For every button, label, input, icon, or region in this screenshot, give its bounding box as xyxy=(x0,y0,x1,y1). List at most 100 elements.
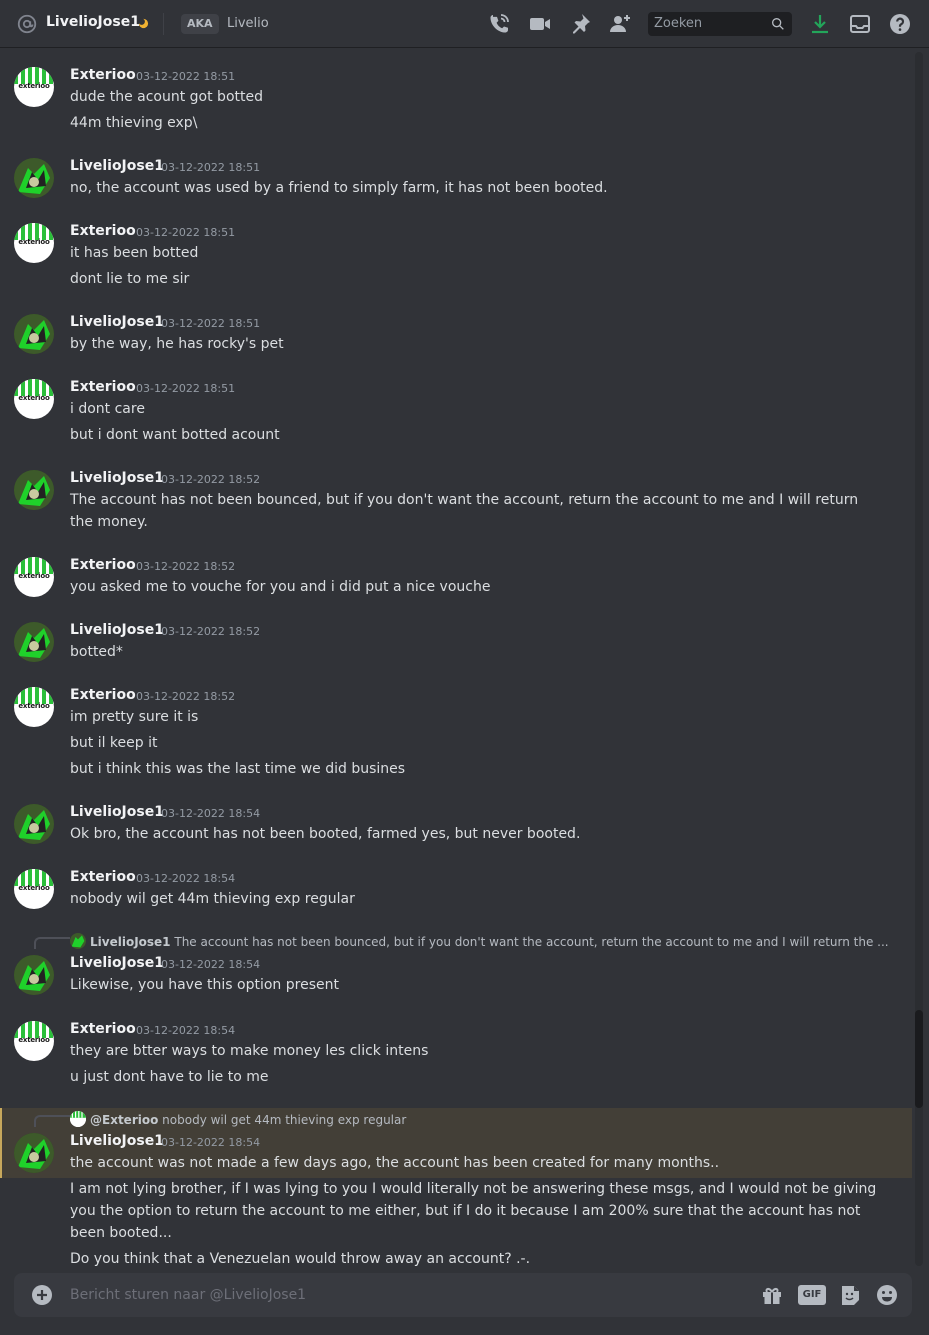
reply-preview[interactable]: LivelioJose1 The account has not been bo… xyxy=(70,933,889,949)
gif-icon[interactable]: GIF xyxy=(798,1285,826,1305)
message-text: dont lie to me sir xyxy=(70,271,190,287)
dm-title: LivelioJose1 xyxy=(46,14,140,30)
message-timestamp: 03-12-2022 18:54 xyxy=(136,872,236,885)
message-text: Do you think that a Venezuelan would thr… xyxy=(70,1251,531,1267)
message-author[interactable]: LivelioJose1 xyxy=(70,158,164,174)
aka-badge[interactable]: AKA xyxy=(181,14,219,34)
message-text: The account has not been bounced, but if… xyxy=(70,492,859,530)
scrollbar-thumb[interactable] xyxy=(915,1010,923,1108)
message-text: Likewise, you have this option present xyxy=(70,977,339,993)
message-author[interactable]: Exterioo xyxy=(70,557,136,573)
avatar-liveliojose1[interactable] xyxy=(14,314,54,354)
reply-author: @Exterioo xyxy=(90,1113,159,1127)
message-text: but il keep it xyxy=(70,735,158,751)
avatar-exterioo[interactable]: exterioo xyxy=(14,223,54,263)
message-timestamp: 03-12-2022 18:54 xyxy=(136,1024,236,1037)
avatar-liveliojose1[interactable] xyxy=(14,470,54,510)
at-icon xyxy=(17,14,37,34)
message-timestamp: 03-12-2022 18:51 xyxy=(161,317,261,330)
message-list: exterioo Exterioo 03-12-2022 18:51 dude … xyxy=(0,49,912,1271)
message-text: no, the account was used by a friend to … xyxy=(70,180,608,196)
avatar-liveliojose1[interactable] xyxy=(14,622,54,662)
message-input[interactable] xyxy=(70,1284,710,1306)
message-timestamp: 03-12-2022 18:54 xyxy=(161,1136,261,1149)
search-box[interactable]: Zoeken xyxy=(648,12,792,36)
message-text: they are btter ways to make money les cl… xyxy=(70,1043,429,1059)
avatar-exterioo[interactable]: exterioo xyxy=(14,687,54,727)
video-call-icon[interactable] xyxy=(528,12,552,36)
avatar-exterioo[interactable]: exterioo xyxy=(14,1021,54,1061)
message-author[interactable]: Exterioo xyxy=(70,687,136,703)
message-text: u just dont have to lie to me xyxy=(70,1069,269,1085)
reply-author: LivelioJose1 xyxy=(90,935,171,949)
message-timestamp: 03-12-2022 18:54 xyxy=(161,958,261,971)
message-author[interactable]: Exterioo xyxy=(70,1021,136,1037)
message-timestamp: 03-12-2022 18:52 xyxy=(161,473,261,486)
message-text: I am not lying brother, if I was lying t… xyxy=(70,1181,877,1241)
message-author[interactable]: Exterioo xyxy=(70,67,136,83)
message-timestamp: 03-12-2022 18:52 xyxy=(161,625,261,638)
reply-text: The account has not been bounced, but if… xyxy=(174,935,889,949)
message-timestamp: 03-12-2022 18:52 xyxy=(136,560,236,573)
message-text: Ok bro, the account has not been booted,… xyxy=(70,826,581,842)
add-friend-icon[interactable] xyxy=(608,12,632,36)
message-text: you asked me to vouche for you and i did… xyxy=(70,579,491,595)
pin-icon[interactable] xyxy=(568,12,592,36)
reply-connector xyxy=(34,937,70,949)
message-timestamp: 03-12-2022 18:51 xyxy=(136,70,236,83)
header-divider xyxy=(163,13,164,35)
inbox-icon[interactable] xyxy=(848,12,872,36)
message-author[interactable]: LivelioJose1 xyxy=(70,314,164,330)
message-text: nobody wil get 44m thieving exp regular xyxy=(70,891,355,907)
avatar-liveliojose1[interactable] xyxy=(14,158,54,198)
avatar-exterioo[interactable]: exterioo xyxy=(14,67,54,107)
plus-circle-icon[interactable] xyxy=(30,1283,54,1307)
reply-avatar xyxy=(70,933,86,949)
message-text: the account was not made a few days ago,… xyxy=(70,1155,720,1171)
message-text: im pretty sure it is xyxy=(70,709,199,725)
reply-preview[interactable]: @Exterioo nobody wil get 44m thieving ex… xyxy=(70,1111,406,1127)
channel-header: LivelioJose1 AKA Livelio Zoeken xyxy=(0,0,929,48)
moon-status-icon xyxy=(138,18,149,29)
search-placeholder: Zoeken xyxy=(654,16,703,31)
message-author[interactable]: LivelioJose1 xyxy=(70,955,164,971)
message-text: botted* xyxy=(70,644,123,660)
message-timestamp: 03-12-2022 18:51 xyxy=(136,382,236,395)
message-composer: GIF xyxy=(14,1273,912,1317)
message-author[interactable]: LivelioJose1 xyxy=(70,470,164,486)
message-text: it has been botted xyxy=(70,245,199,261)
help-icon[interactable] xyxy=(888,12,912,36)
download-icon[interactable] xyxy=(808,12,832,36)
message-text: but i think this was the last time we di… xyxy=(70,761,406,777)
reply-connector xyxy=(34,1115,70,1127)
message-timestamp: 03-12-2022 18:52 xyxy=(136,690,236,703)
avatar-exterioo[interactable]: exterioo xyxy=(14,379,54,419)
message-timestamp: 03-12-2022 18:54 xyxy=(161,807,261,820)
avatar-exterioo[interactable]: exterioo xyxy=(14,557,54,597)
aka-name: Livelio xyxy=(227,16,269,31)
message-text: 44m thieving exp\ xyxy=(70,115,198,131)
reply-text: nobody wil get 44m thieving exp regular xyxy=(162,1113,407,1127)
message-author[interactable]: Exterioo xyxy=(70,223,136,239)
sticker-icon[interactable] xyxy=(838,1283,862,1307)
message-author[interactable]: LivelioJose1 xyxy=(70,622,164,638)
message-timestamp: 03-12-2022 18:51 xyxy=(136,226,236,239)
message-author[interactable]: LivelioJose1 xyxy=(70,1133,164,1149)
avatar-liveliojose1[interactable] xyxy=(14,955,54,995)
message-text: by the way, he has rocky's pet xyxy=(70,336,284,352)
message-text: dude the acount got botted xyxy=(70,89,263,105)
message-text: but i dont want botted acount xyxy=(70,427,280,443)
message-author[interactable]: Exterioo xyxy=(70,869,136,885)
voice-call-icon[interactable] xyxy=(487,12,511,36)
message-timestamp: 03-12-2022 18:51 xyxy=(161,161,261,174)
avatar-liveliojose1[interactable] xyxy=(14,804,54,844)
reply-avatar xyxy=(70,1111,86,1127)
emoji-icon[interactable] xyxy=(875,1283,899,1307)
avatar-liveliojose1[interactable] xyxy=(14,1133,54,1173)
search-icon xyxy=(772,17,784,30)
avatar-exterioo[interactable]: exterioo xyxy=(14,869,54,909)
message-text: i dont care xyxy=(70,401,145,417)
gift-icon[interactable] xyxy=(760,1283,784,1307)
message-author[interactable]: LivelioJose1 xyxy=(70,804,164,820)
message-author[interactable]: Exterioo xyxy=(70,379,136,395)
